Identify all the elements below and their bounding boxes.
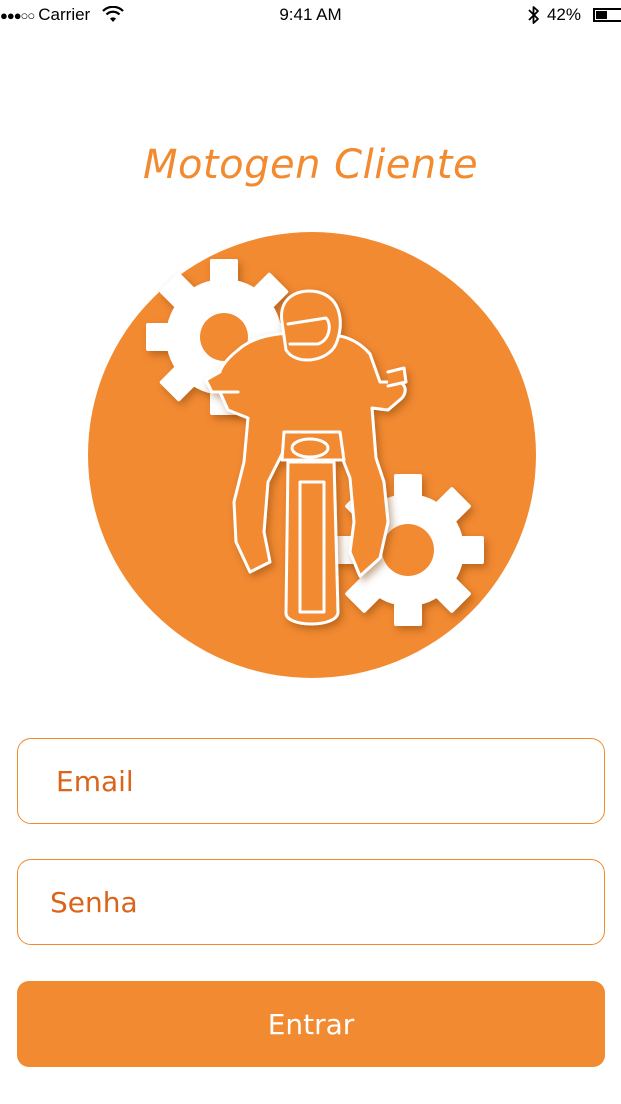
password-input[interactable]	[18, 859, 604, 945]
password-field[interactable]	[17, 859, 605, 945]
status-bar: ●●●○○ Carrier 9:41 AM 42%	[0, 0, 621, 34]
battery-percent: 42%	[546, 5, 581, 24]
bluetooth-icon	[528, 6, 539, 24]
email-input[interactable]	[18, 738, 604, 824]
status-right: 42%	[527, 5, 621, 25]
email-field[interactable]	[17, 738, 605, 824]
app-title: Motogen Cliente	[142, 142, 479, 188]
motorcycle-rider-gears-icon	[88, 232, 536, 678]
battery-icon	[593, 8, 621, 22]
login-button[interactable]: Entrar	[17, 981, 605, 1067]
battery-level-fill	[596, 11, 607, 19]
